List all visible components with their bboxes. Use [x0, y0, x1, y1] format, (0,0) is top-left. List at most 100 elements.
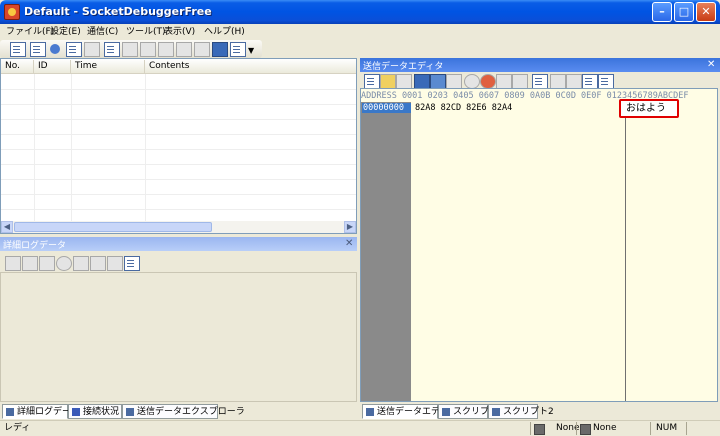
address-column	[361, 102, 411, 401]
paste-icon[interactable]	[84, 42, 100, 57]
menu-view[interactable]: 表示(V)	[164, 24, 195, 40]
save-icon[interactable]	[5, 256, 21, 271]
scroll-right-icon[interactable]: ▶	[344, 221, 356, 233]
menu-settings[interactable]: 設定(E)	[50, 24, 81, 40]
save-gray-icon[interactable]	[396, 74, 412, 89]
port-4-icon[interactable]	[176, 42, 192, 57]
editor-toolbar	[360, 72, 720, 89]
copy-icon[interactable]	[66, 42, 82, 57]
script-icon	[492, 408, 500, 416]
save-icon[interactable]	[414, 74, 430, 89]
tab-label: スクリプト2	[503, 407, 554, 417]
menu-communication[interactable]: 通信(C)	[87, 24, 118, 40]
open-folder-icon[interactable]	[380, 74, 396, 89]
menu-bar: ファイル(F) 設定(E) 通信(C) ツール(T) 表示(V) ヘルプ(H)	[0, 24, 720, 40]
cut-icon[interactable]	[566, 74, 582, 89]
paste-icon[interactable]	[550, 74, 566, 89]
monitor-icon[interactable]	[212, 42, 228, 57]
open-icon[interactable]	[30, 42, 46, 57]
filter-icon[interactable]	[90, 256, 106, 271]
grid-line	[1, 164, 356, 165]
refresh-icon[interactable]	[73, 256, 89, 271]
minimize-button[interactable]: –	[652, 2, 672, 22]
message-icon[interactable]	[230, 42, 246, 57]
connect-icon[interactable]	[50, 44, 60, 54]
status-text: レディ	[4, 423, 31, 433]
menu-file[interactable]: ファイル(F)	[6, 24, 54, 40]
tab-send-data-editor[interactable]: 送信データエディタ	[362, 404, 457, 419]
stop-icon[interactable]	[464, 74, 480, 89]
close-button[interactable]: ✕	[696, 2, 716, 22]
reload-icon[interactable]	[480, 74, 496, 89]
tab-send-data-explorer[interactable]: 送信データエクスプローラ	[122, 404, 245, 419]
hex-values[interactable]: 82A8 82CD 82E6 82A4	[415, 103, 512, 113]
port-5-icon[interactable]	[194, 42, 210, 57]
tab-script-2[interactable]: スクリプト2	[488, 404, 554, 419]
copy-icon[interactable]	[582, 74, 598, 89]
image-icon[interactable]	[430, 74, 446, 89]
editor-pane-close-icon[interactable]: ✕	[707, 59, 715, 71]
tab-detail-log[interactable]: 詳細ログデータ	[2, 404, 80, 419]
script-icon	[442, 408, 450, 416]
column-contents[interactable]: Contents	[145, 60, 356, 73]
detail-pane-title: 詳細ログデータ	[3, 241, 67, 251]
close-icon: ✕	[701, 5, 711, 18]
log-icon[interactable]	[104, 42, 120, 57]
grid-icon[interactable]	[532, 74, 548, 89]
paste-doc-icon[interactable]	[598, 74, 614, 89]
editor-icon	[366, 408, 374, 416]
redo-icon[interactable]	[512, 74, 528, 89]
main-toolbar: ▼	[0, 40, 262, 58]
column-id[interactable]: ID	[34, 60, 71, 73]
status-none-2: None	[593, 423, 617, 433]
horizontal-scrollbar[interactable]: ◀ ▶	[1, 221, 356, 233]
search-icon[interactable]	[39, 256, 55, 271]
grid-line	[1, 89, 356, 90]
list-header: No. ID Time Contents	[1, 59, 356, 74]
detail-pane-titlebar: 詳細ログデータ ✕	[0, 237, 357, 251]
status-num: NUM	[656, 423, 678, 433]
tab-script-1[interactable]: スクリプト1	[438, 404, 504, 419]
grid-line	[1, 149, 356, 150]
hex-editor[interactable]: ADDRESS 0001 0203 0405 0607 0809 0A0B 0C…	[360, 88, 718, 402]
new-icon[interactable]	[364, 74, 380, 89]
port-2-icon[interactable]	[140, 42, 156, 57]
detail-log-area[interactable]	[0, 272, 357, 402]
menu-help[interactable]: ヘルプ(H)	[204, 24, 245, 40]
column-time[interactable]: Time	[71, 60, 145, 73]
detail-pane-close-icon[interactable]: ✕	[345, 238, 353, 250]
maximize-button[interactable]: □	[674, 2, 694, 22]
address-cell[interactable]: 00000000	[362, 103, 411, 113]
port-1-icon[interactable]	[122, 42, 138, 57]
detail-toolbar	[0, 252, 357, 272]
undo-icon[interactable]	[496, 74, 512, 89]
minimize-icon: –	[659, 5, 665, 18]
editor-pane-titlebar: 送信データエディタ ✕	[360, 58, 720, 72]
detail-log-icon	[6, 408, 14, 416]
scroll-left-icon[interactable]: ◀	[1, 221, 13, 233]
explorer-icon	[126, 408, 134, 416]
grid-line	[1, 209, 356, 210]
clear-icon[interactable]	[124, 256, 140, 271]
toolbar-overflow-icon[interactable]: ▼	[248, 46, 254, 55]
ascii-preview-highlight[interactable]: おはよう	[619, 99, 679, 118]
new-document-icon[interactable]	[10, 42, 26, 57]
grid-line	[1, 194, 356, 195]
log-list[interactable]: No. ID Time Contents ◀ ▶	[0, 58, 357, 234]
column-no[interactable]: No.	[1, 60, 34, 73]
tab-label: 送信データエクスプローラ	[137, 407, 245, 417]
export-icon[interactable]	[107, 256, 123, 271]
ascii-separator	[625, 102, 626, 401]
find-icon[interactable]	[446, 74, 462, 89]
tab-connection-status[interactable]: 接続状況	[68, 404, 122, 419]
status-divider	[576, 422, 577, 435]
scroll-thumb[interactable]	[14, 222, 212, 232]
port-3-icon[interactable]	[158, 42, 174, 57]
status-divider	[530, 422, 531, 435]
stop-icon[interactable]	[56, 256, 72, 271]
app-icon[interactable]	[4, 4, 20, 20]
grid-line	[1, 134, 356, 135]
save-as-icon[interactable]	[22, 256, 38, 271]
menu-tools[interactable]: ツール(T)	[126, 24, 166, 40]
maximize-icon: □	[678, 5, 690, 18]
